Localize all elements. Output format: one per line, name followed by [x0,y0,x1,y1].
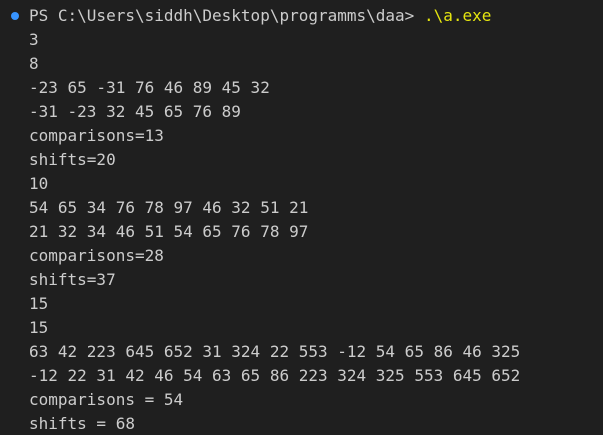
terminal-output: 3 8 -23 65 -31 76 46 89 45 32 -31 -23 32… [0,28,603,435]
output-line: 21 32 34 46 51 54 65 76 78 97 [29,222,309,241]
output-line: -12 22 31 42 46 54 63 65 86 223 324 325 … [29,366,521,385]
output-line: 10 [29,174,49,193]
command-text: .\a.exe [423,6,492,25]
output-line: comparisons=13 [29,126,164,145]
output-line: comparisons=28 [29,246,164,265]
output-line: comparisons = 54 [29,390,184,409]
output-line: 3 [29,30,39,49]
output-line: 54 65 34 76 78 97 46 32 51 21 [29,198,309,217]
output-line: 15 [29,294,49,313]
circle-dot-icon [11,12,19,20]
command-status-indicator[interactable] [0,4,29,28]
output-line: 63 42 223 645 652 31 324 22 553 -12 54 6… [29,342,521,361]
output-line: -31 -23 32 45 65 76 89 [29,102,241,121]
output-line: shifts=37 [29,270,116,289]
output-line: 8 [29,54,39,73]
terminal-panel[interactable]: PS C:\Users\siddh\Desktop\programms\daa>… [0,0,603,435]
prompt-line: PS C:\Users\siddh\Desktop\programms\daa>… [0,4,603,28]
prompt-path: PS C:\Users\siddh\Desktop\programms\daa>… [29,4,491,28]
prompt-text: PS C:\Users\siddh\Desktop\programms\daa> [29,6,424,25]
output-line: shifts=20 [29,150,116,169]
output-line: 15 [29,318,49,337]
output-line: -23 65 -31 76 46 89 45 32 [29,78,270,97]
output-line: shifts = 68 [29,414,135,433]
